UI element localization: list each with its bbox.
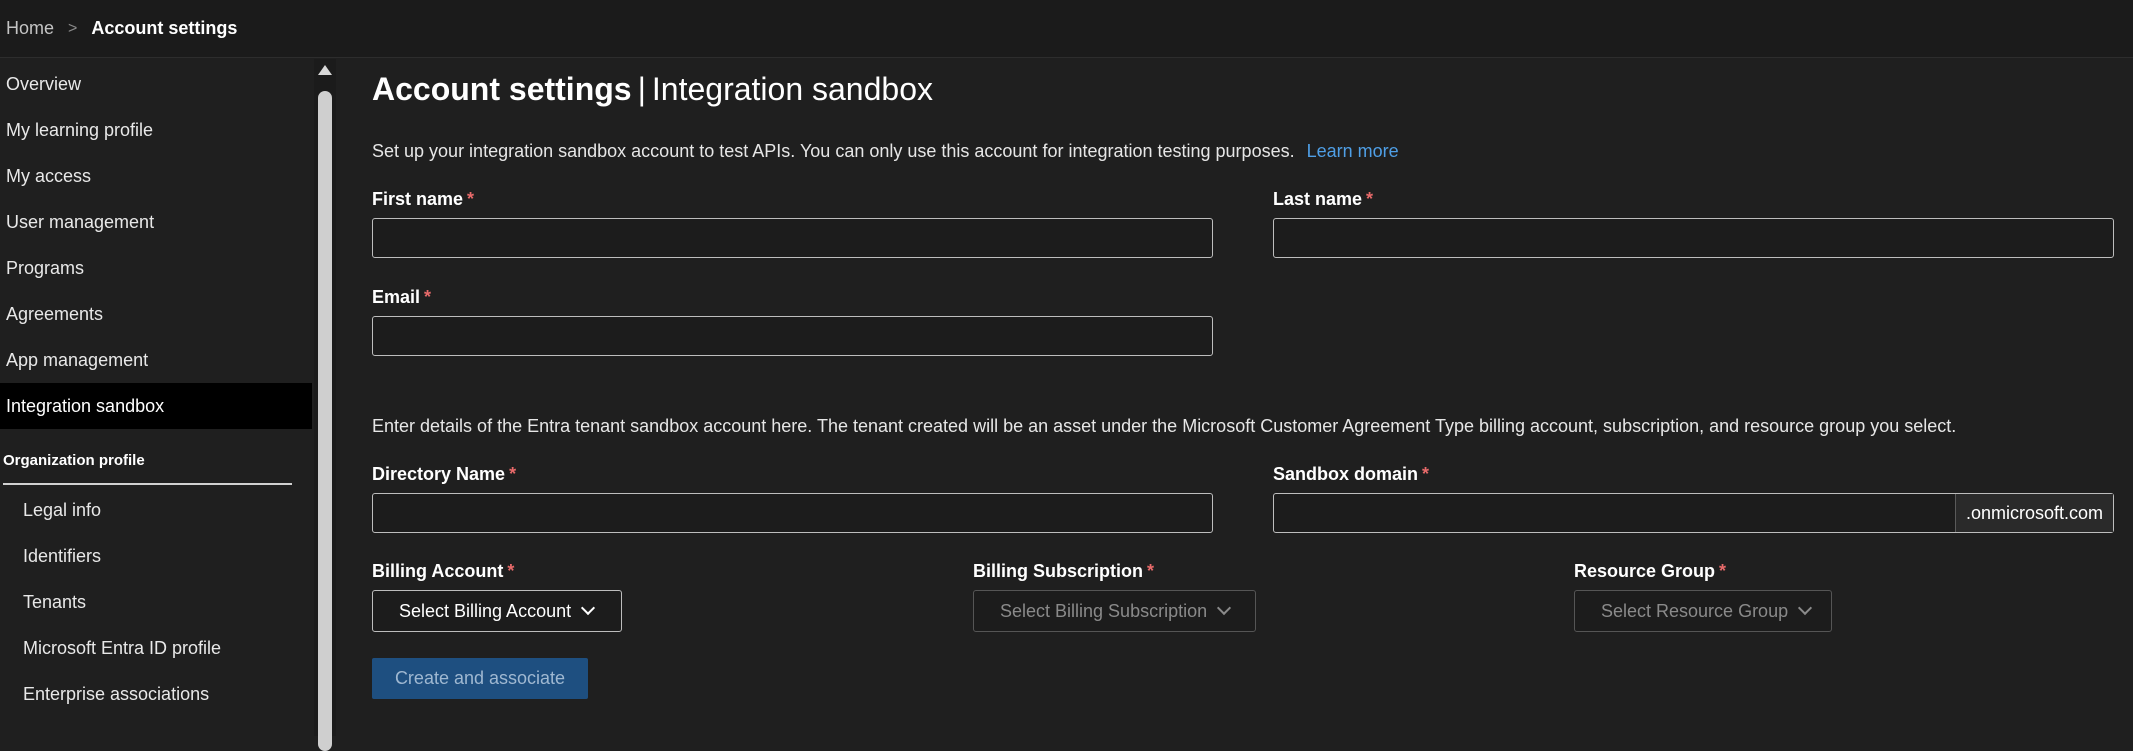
last-name-label-text: Last name: [1273, 189, 1363, 209]
sandbox-domain-label: Sandbox domain *: [1273, 464, 1429, 485]
create-and-associate-button[interactable]: Create and associate: [372, 658, 588, 699]
page-title: Account settings | Integration sandbox: [372, 71, 933, 108]
sidebar-item-overview[interactable]: Overview: [0, 61, 312, 107]
sidebar-item-identifiers[interactable]: Identifiers: [0, 533, 312, 579]
page-title-sub: Integration sandbox: [651, 71, 933, 107]
breadcrumb-home[interactable]: Home: [6, 18, 54, 39]
intro-text: Set up your integration sandbox account …: [372, 141, 1399, 162]
sandbox-domain-label-text: Sandbox domain: [1273, 464, 1419, 484]
sidebar-item-user-management[interactable]: User management: [0, 199, 312, 245]
main-content: Account settings | Integration sandbox Set…: [372, 59, 2122, 736]
sidebar-item-integration-sandbox[interactable]: Integration sandbox: [0, 383, 312, 429]
sidebar-item-my-access[interactable]: My access: [0, 153, 312, 199]
learn-more-link[interactable]: Learn more: [1307, 141, 1399, 161]
resource-group-label-text: Resource Group: [1574, 561, 1716, 581]
scroll-up-arrow-icon[interactable]: [318, 65, 332, 75]
required-marker: *: [1422, 464, 1430, 484]
directory-name-label: Directory Name *: [372, 464, 516, 485]
required-marker: *: [1366, 189, 1374, 209]
sidebar-item-entra-id-profile[interactable]: Microsoft Entra ID profile: [0, 625, 312, 671]
sidebar-scrollbar[interactable]: [314, 59, 336, 751]
billing-account-dropdown[interactable]: Select Billing Account: [372, 590, 622, 632]
required-marker: *: [507, 561, 515, 581]
domain-suffix: .onmicrosoft.com: [1954, 494, 2113, 532]
sidebar-item-app-management[interactable]: App management: [0, 337, 312, 383]
first-name-label-text: First name: [372, 189, 464, 209]
resource-group-dropdown-text: Select Resource Group: [1601, 600, 1789, 621]
page-title-separator: |: [637, 71, 646, 107]
resource-group-label: Resource Group *: [1574, 561, 1726, 582]
intro-description: Set up your integration sandbox account …: [372, 141, 1295, 161]
sidebar-item-my-learning-profile[interactable]: My learning profile: [0, 107, 312, 153]
sidebar-item-enterprise-associations[interactable]: Enterprise associations: [0, 671, 312, 717]
top-bar: Home > Account settings: [0, 0, 2133, 58]
chevron-right-icon: >: [68, 19, 78, 37]
first-name-label: First name *: [372, 189, 474, 210]
resource-group-dropdown[interactable]: Select Resource Group: [1574, 590, 1832, 632]
scroll-thumb[interactable]: [318, 91, 332, 751]
section-title-organization-profile: Organization profile: [3, 452, 145, 469]
email-label-text: Email: [372, 287, 421, 307]
billing-subscription-label: Billing Subscription *: [973, 561, 1154, 582]
required-marker: *: [1147, 561, 1155, 581]
last-name-input[interactable]: [1273, 218, 2114, 258]
billing-account-label: Billing Account *: [372, 561, 514, 582]
sidebar-item-tenants[interactable]: Tenants: [0, 579, 312, 625]
breadcrumb-current: Account settings: [91, 18, 238, 38]
sidebar-item-legal-info[interactable]: Legal info: [0, 487, 312, 533]
email-label: Email *: [372, 287, 431, 308]
sidebar-item-programs[interactable]: Programs: [0, 245, 312, 291]
last-name-label: Last name *: [1273, 189, 1373, 210]
first-name-input[interactable]: [372, 218, 1213, 258]
required-marker: *: [467, 189, 475, 209]
sidebar-item-agreements[interactable]: Agreements: [0, 291, 312, 337]
sidebar: Overview My learning profile My access U…: [0, 59, 312, 736]
required-marker: *: [424, 287, 432, 307]
billing-account-label-text: Billing Account: [372, 561, 504, 581]
tenant-intro-text: Enter details of the Entra tenant sandbo…: [372, 416, 1957, 436]
billing-subscription-dropdown[interactable]: Select Billing Subscription: [973, 590, 1256, 632]
page-title-main: Account settings: [372, 71, 632, 107]
section-divider: [3, 483, 292, 485]
chevron-down-icon: [581, 600, 596, 616]
billing-subscription-dropdown-text: Select Billing Subscription: [1000, 600, 1208, 621]
sandbox-domain-input[interactable]: .onmicrosoft.com: [1273, 493, 2114, 533]
email-input[interactable]: [372, 316, 1213, 356]
directory-name-label-text: Directory Name: [372, 464, 506, 484]
chevron-down-icon: [1798, 600, 1813, 616]
required-marker: *: [509, 464, 517, 484]
directory-name-input[interactable]: [372, 493, 1213, 533]
chevron-down-icon: [1217, 600, 1232, 616]
billing-subscription-label-text: Billing Subscription: [973, 561, 1143, 581]
billing-account-dropdown-text: Select Billing Account: [399, 600, 572, 621]
required-marker: *: [1719, 561, 1727, 581]
